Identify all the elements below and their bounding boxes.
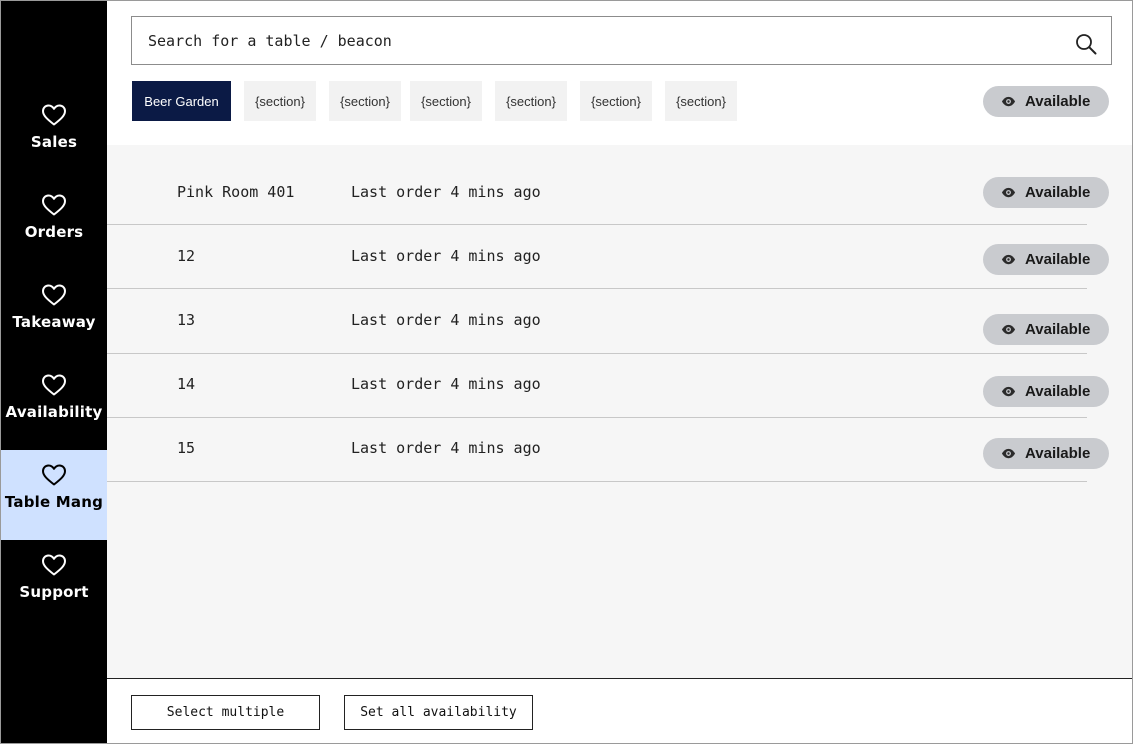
sidebar-item-label: Support — [19, 583, 89, 601]
tab-section[interactable]: {section} — [410, 81, 482, 121]
tab-section[interactable]: {section} — [580, 81, 652, 121]
availability-label: Available — [1025, 184, 1091, 201]
sidebar-item-label: Sales — [30, 133, 78, 151]
sidebar-item-label: Availability — [5, 403, 103, 421]
sidebar-item-sales[interactable]: Sales — [1, 90, 107, 180]
heart-icon — [42, 284, 66, 306]
heart-icon — [42, 104, 66, 126]
last-order-text: Last order 4 mins ago — [351, 439, 541, 457]
set-all-availability-button[interactable]: Set all availability — [344, 695, 533, 730]
sidebar-item-label: Table Mang — [4, 493, 104, 511]
availability-label: Available — [1025, 383, 1091, 400]
sidebar-item-availability[interactable]: Availability — [1, 360, 107, 450]
search-icon[interactable] — [1075, 33, 1097, 55]
availability-label: Available — [1025, 251, 1091, 268]
table-row[interactable]: 12 Last order 4 mins ago — [107, 225, 1087, 289]
section-availability-toggle[interactable]: Available — [983, 86, 1109, 117]
table-availability-toggle[interactable]: Available — [983, 177, 1109, 208]
availability-label: Available — [1025, 445, 1091, 462]
table-row[interactable]: 14 Last order 4 mins ago — [107, 354, 1087, 418]
sidebar-item-orders[interactable]: Orders — [1, 180, 107, 270]
tab-section[interactable]: {section} — [244, 81, 316, 121]
search-bar — [131, 16, 1112, 65]
heart-icon — [42, 554, 66, 576]
table-availability-toggle[interactable]: Available — [983, 244, 1109, 275]
last-order-text: Last order 4 mins ago — [351, 247, 541, 265]
sidebar-item-label: Takeaway — [12, 313, 96, 331]
table-row[interactable]: 13 Last order 4 mins ago — [107, 289, 1087, 354]
table-row[interactable]: Pink Room 401 Last order 4 mins ago — [107, 145, 1087, 225]
search-input[interactable] — [148, 17, 1048, 64]
tab-section[interactable]: {section} — [329, 81, 401, 121]
table-name: 15 — [177, 439, 196, 457]
table-availability-toggle[interactable]: Available — [983, 438, 1109, 469]
last-order-text: Last order 4 mins ago — [351, 311, 541, 329]
heart-icon — [42, 464, 66, 486]
tab-section[interactable]: {section} — [495, 81, 567, 121]
eye-icon — [1001, 386, 1016, 397]
eye-icon — [1001, 187, 1016, 198]
table-name: 13 — [177, 311, 196, 329]
table-name: 12 — [177, 247, 196, 265]
availability-label: Available — [1025, 321, 1091, 338]
sidebar-item-table-mang[interactable]: Table Mang — [1, 450, 107, 540]
select-multiple-button[interactable]: Select multiple — [131, 695, 320, 730]
eye-icon — [1001, 254, 1016, 265]
last-order-text: Last order 4 mins ago — [351, 183, 541, 201]
table-availability-toggle[interactable]: Available — [983, 314, 1109, 345]
eye-icon — [1001, 96, 1016, 107]
table-name: 14 — [177, 375, 196, 393]
table-availability-toggle[interactable]: Available — [983, 376, 1109, 407]
availability-label: Available — [1025, 93, 1091, 110]
table-name: Pink Room 401 — [177, 183, 295, 201]
heart-icon — [42, 374, 66, 396]
sidebar-item-takeaway[interactable]: Takeaway — [1, 270, 107, 360]
sidebar-item-label: Orders — [24, 223, 84, 241]
tab-beer-garden[interactable]: Beer Garden — [132, 81, 231, 121]
table-list: Pink Room 401 Last order 4 mins ago 12 L… — [107, 145, 1132, 678]
sidebar-item-support[interactable]: Support — [1, 540, 107, 630]
last-order-text: Last order 4 mins ago — [351, 375, 541, 393]
eye-icon — [1001, 324, 1016, 335]
eye-icon — [1001, 448, 1016, 459]
tab-section[interactable]: {section} — [665, 81, 737, 121]
footer-bar: Select multiple Set all availability — [107, 678, 1132, 743]
sidebar: Sales Orders Takeaway Availability Table… — [1, 1, 107, 743]
heart-icon — [42, 194, 66, 216]
table-row[interactable]: 15 Last order 4 mins ago — [107, 418, 1087, 482]
